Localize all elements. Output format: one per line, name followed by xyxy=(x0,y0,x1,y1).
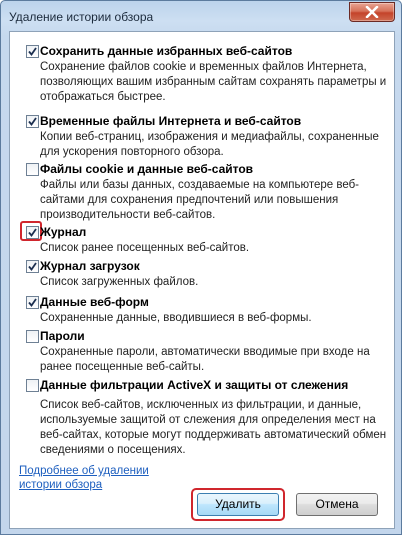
option-description: Файлы или базы данных, создаваемые на ко… xyxy=(40,179,360,221)
option-description: Список загруженных файлов. xyxy=(40,276,199,288)
cookies-checkbox[interactable] xyxy=(26,163,39,176)
checkmark-icon xyxy=(28,47,37,56)
option-label[interactable]: Журнал xyxy=(40,225,86,239)
option-description: Сохраненные данные, вводившиеся в веб-фо… xyxy=(40,312,312,324)
option-label[interactable]: Журнал загрузок xyxy=(40,259,140,273)
cancel-button[interactable]: Отмена xyxy=(296,493,378,516)
close-icon xyxy=(365,6,379,18)
temp-files-checkbox[interactable] xyxy=(26,115,39,128)
downloads-checkbox[interactable] xyxy=(26,260,39,273)
close-button[interactable] xyxy=(349,2,395,22)
dialog-body: Сохранить данные избранных веб-сайтов Со… xyxy=(9,31,395,529)
learn-more-link[interactable]: Подробнее об удалении истории обзора xyxy=(19,464,169,492)
title-bar: Удаление истории обзора xyxy=(1,1,401,31)
option-label[interactable]: Файлы cookie и данные веб-сайтов xyxy=(40,162,253,176)
checkmark-icon xyxy=(28,117,37,126)
option-label[interactable]: Пароли xyxy=(40,329,85,343)
checkmark-icon xyxy=(28,228,37,237)
window-title: Удаление истории обзора xyxy=(9,10,154,24)
option-description: Список веб-сайтов, исключенных из фильтр… xyxy=(40,399,387,456)
option-label[interactable]: Данные веб-форм xyxy=(40,295,149,309)
delete-button[interactable]: Удалить xyxy=(197,493,279,516)
form-data-checkbox[interactable] xyxy=(26,296,39,309)
option-description: Сохранение файлов cookie и временных фай… xyxy=(40,61,387,103)
favorites-checkbox[interactable] xyxy=(26,45,39,58)
delete-history-dialog: Удаление истории обзора Сохранить данные… xyxy=(0,0,402,535)
checkmark-icon xyxy=(28,262,37,271)
history-checkbox[interactable] xyxy=(26,226,39,239)
passwords-checkbox[interactable] xyxy=(26,330,39,343)
option-label[interactable]: Временные файлы Интернета и веб-сайтов xyxy=(40,114,301,128)
option-description: Копии веб-страниц, изображения и медиафа… xyxy=(40,131,379,158)
option-label[interactable]: Сохранить данные избранных веб-сайтов xyxy=(40,44,292,58)
option-label[interactable]: Данные фильтрации ActiveX и защиты от сл… xyxy=(40,378,348,392)
checkmark-icon xyxy=(28,298,37,307)
activex-tracking-checkbox[interactable] xyxy=(26,379,39,392)
option-description: Список ранее посещенных веб-сайтов. xyxy=(40,242,250,254)
option-description: Сохраненные пароли, автоматически вводим… xyxy=(40,346,370,373)
